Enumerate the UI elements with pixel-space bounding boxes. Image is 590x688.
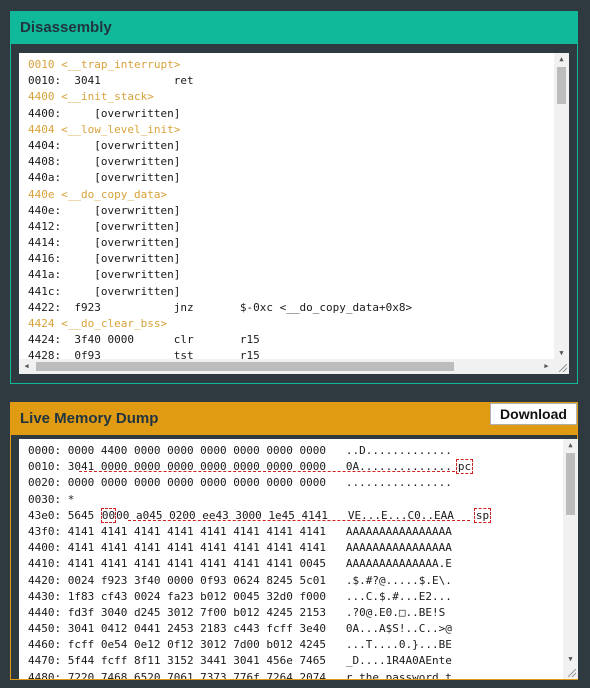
pc-pointer-line bbox=[79, 471, 455, 472]
scroll-left-arrow-icon[interactable]: ◀ bbox=[19, 360, 34, 372]
resize-grip-icon[interactable] bbox=[559, 364, 567, 372]
memory-dump-header: Live Memory Dump Download bbox=[11, 403, 577, 435]
disassembly-code-line: 4400: [overwritten] bbox=[28, 106, 181, 120]
disassembly-label-line: 0010 <__trap_interrupt> bbox=[28, 58, 181, 71]
memory-row-text: 0000: 0000 4400 0000 0000 0000 0000 0000… bbox=[28, 444, 452, 457]
memory-row-text: 0030: * bbox=[28, 492, 75, 506]
memory-row: 0020: 0000 0000 0000 0000 0000 0000 0000… bbox=[28, 475, 491, 491]
memory-row: 4480: 7220 7468 6520 7061 7373 776f 7264… bbox=[28, 670, 491, 679]
disassembly-code-line: 441c: [overwritten] bbox=[28, 284, 181, 298]
disassembly-panel: Disassembly 0010 <__trap_interrupt> 0010:… bbox=[10, 11, 578, 384]
memory-row-text: 4400: 4141 4141 4141 4141 4141 4141 4141… bbox=[28, 541, 452, 555]
memory-resize-corner[interactable] bbox=[563, 664, 578, 679]
disassembly-code-line: 441a: [overwritten] bbox=[28, 268, 181, 282]
memory-dump-view[interactable]: 0000: 0000 4400 0000 0000 0000 0000 0000… bbox=[19, 439, 578, 679]
disassembly-code-line: 4404: [overwritten] bbox=[28, 138, 181, 152]
disassembly-code-line: 0010: 3041 ret bbox=[28, 74, 194, 88]
disassembly-code-line: 4416: [overwritten] bbox=[28, 252, 181, 266]
disassembly-header: Disassembly bbox=[11, 12, 577, 44]
memory-row: 43e0: 5645 0000 a045 0200 ee43 3000 1e45… bbox=[28, 507, 492, 524]
memory-row-text: 4460: fcff 0e54 0e12 0f12 3012 7d00 b012… bbox=[28, 638, 452, 652]
disassembly-code-line: 4424: 3f40 0000 clr r15 bbox=[28, 333, 260, 347]
memory-row-text: 43f0: 4141 4141 4141 4141 4141 4141 4141… bbox=[28, 524, 452, 538]
memory-row-text: 4430: 1f83 cf43 0024 fa23 b012 0045 32d0… bbox=[28, 589, 452, 603]
memory-row-text: 4480: 7220 7468 6520 7061 7373 776f 7264… bbox=[28, 670, 452, 679]
memory-row: 0000: 0000 4400 0000 0000 0000 0000 0000… bbox=[28, 443, 491, 459]
disassembly-title: Disassembly bbox=[20, 19, 112, 36]
memory-vertical-scroll-thumb[interactable] bbox=[566, 453, 575, 515]
scroll-up-arrow-icon[interactable]: ▲ bbox=[563, 439, 578, 451]
disassembly-label-line: 4424 <__do_clear_bss> bbox=[28, 317, 168, 330]
memory-row: 4450: 3041 0412 0441 2453 2183 c443 fcff… bbox=[28, 621, 491, 637]
sp-marker: sp bbox=[473, 507, 492, 523]
disassembly-code-line: 4408: [overwritten] bbox=[28, 155, 181, 169]
memory-dump-lines: 0000: 0000 4400 0000 0000 0000 0000 0000… bbox=[28, 443, 492, 679]
disassembly-view[interactable]: 0010 <__trap_interrupt> 0010: 3041 ret 440… bbox=[19, 53, 569, 374]
disassembly-vertical-scrollbar[interactable]: ▲ ▼ bbox=[554, 53, 569, 359]
resize-grip-icon[interactable] bbox=[568, 669, 576, 677]
memory-row-text: 4410: 4141 4141 4141 4141 4141 4141 4141… bbox=[28, 557, 452, 571]
memory-row: 4430: 1f83 cf43 0024 fa23 b012 0045 32d0… bbox=[28, 589, 491, 605]
disassembly-label-line: 440e <__do_copy_data> bbox=[28, 187, 168, 201]
disassembly-horizontal-scrollbar[interactable]: ◀ ▶ bbox=[19, 359, 554, 374]
memory-row-text: 4450: 3041 0412 0441 2453 2183 c443 fcff… bbox=[28, 622, 452, 636]
memory-row-text: 4470: 5f44 fcff 8f11 3152 3441 3041 456e… bbox=[28, 654, 452, 668]
memory-row: 0010: 3041 0000 0000 0000 0000 0000 0000… bbox=[28, 459, 491, 475]
memory-row: 4470: 5f44 fcff 8f11 3152 3441 3041 456e… bbox=[28, 653, 491, 669]
disassembly-label-line: 4404 <__low_level_init> bbox=[28, 122, 181, 136]
download-button[interactable]: Download bbox=[490, 403, 577, 425]
memory-row: 4420: 0024 f923 3f40 0000 0f93 0624 8245… bbox=[28, 573, 491, 589]
memory-row-text: 0020: 0000 0000 0000 0000 0000 0000 0000… bbox=[28, 476, 452, 490]
disassembly-code-line: 4412: [overwritten] bbox=[28, 219, 181, 233]
memory-vertical-scrollbar[interactable]: ▲ ▼ bbox=[563, 439, 578, 665]
disassembly-vertical-scroll-thumb[interactable] bbox=[557, 67, 566, 104]
scroll-down-arrow-icon[interactable]: ▼ bbox=[554, 347, 569, 359]
disassembly-lines: 0010 <__trap_interrupt> 0010: 3041 ret 440… bbox=[28, 57, 412, 365]
disassembly-horizontal-scroll-thumb[interactable] bbox=[36, 362, 454, 371]
memory-row: 4400: 4141 4141 4141 4141 4141 4141 4141… bbox=[28, 540, 491, 556]
memory-row: 4410: 4141 4141 4141 4141 4141 4141 4141… bbox=[28, 556, 491, 572]
memory-dump-title: Live Memory Dump bbox=[20, 410, 159, 427]
stack-cursor-box: 00 bbox=[100, 507, 117, 523]
scroll-right-arrow-icon[interactable]: ▶ bbox=[539, 360, 554, 372]
disassembly-code-line: 4414: [overwritten] bbox=[28, 236, 181, 250]
disassembly-label-line: 4400 <__init_stack> bbox=[28, 90, 154, 104]
disassembly-code-line: 440e: [overwritten] bbox=[28, 203, 181, 217]
memory-row-text: 4420: 0024 f923 3f40 0000 0f93 0624 8245… bbox=[28, 573, 452, 587]
memory-row-text: 4440: fd3f 3040 d245 3012 7f00 b012 4245… bbox=[28, 605, 446, 619]
disassembly-resize-corner[interactable] bbox=[554, 359, 569, 374]
memory-row: 4460: fcff 0e54 0e12 0f12 3012 7d00 b012… bbox=[28, 637, 491, 653]
scroll-up-arrow-icon[interactable]: ▲ bbox=[554, 53, 569, 65]
disassembly-code-line: 4422: f923 jnz $-0xc <__do_copy_data+0x8… bbox=[28, 300, 413, 314]
memory-row: 0030: * bbox=[28, 492, 491, 508]
pc-marker: pc bbox=[455, 459, 474, 475]
sp-pointer-line bbox=[128, 520, 470, 521]
disassembly-code-line: 440a: [overwritten] bbox=[28, 171, 181, 185]
memory-row: 43f0: 4141 4141 4141 4141 4141 4141 4141… bbox=[28, 524, 491, 540]
memory-row: 4440: fd3f 3040 d245 3012 7f00 b012 4245… bbox=[28, 605, 491, 621]
memory-dump-panel: Live Memory Dump Download 0000: 0000 440… bbox=[10, 402, 578, 680]
